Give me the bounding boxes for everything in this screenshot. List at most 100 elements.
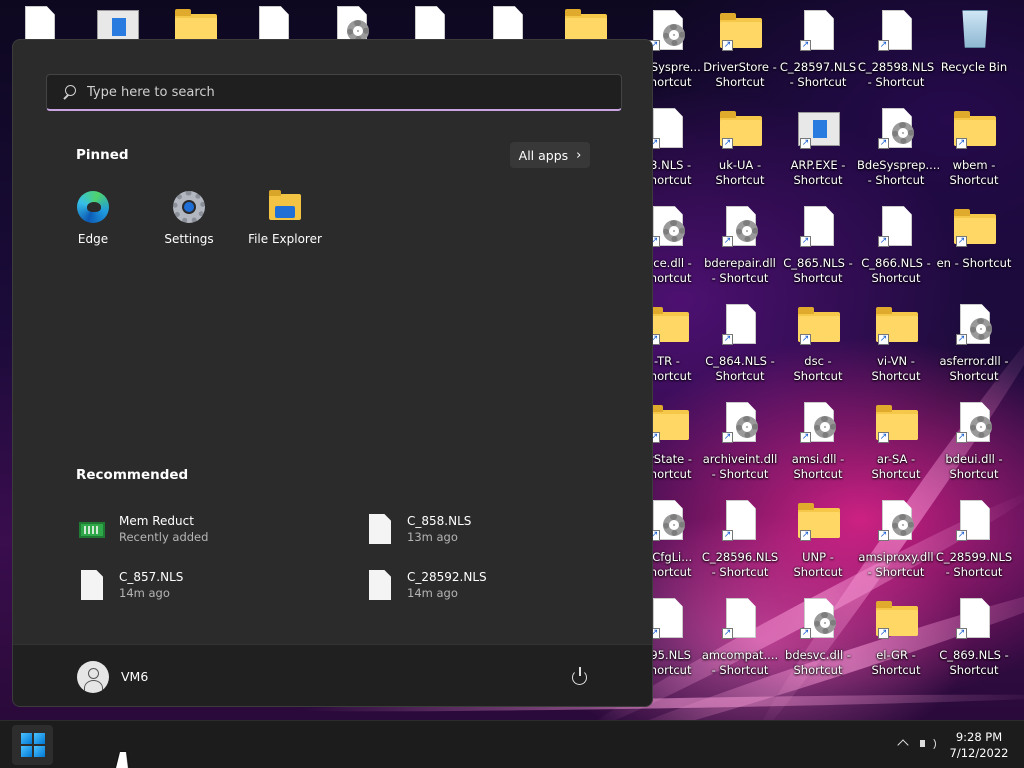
desktop-icon[interactable]: ↗ archiveint.dll - Shortcut: [701, 402, 779, 496]
desktop-icon-label: BdeSysprep.... - Shortcut: [857, 158, 941, 187]
desktop-icon-label: C_28597.NLS - Shortcut: [779, 60, 857, 89]
memory-chip-icon: [79, 522, 105, 538]
desktop-icon-label: uk-UA - Shortcut: [715, 158, 765, 187]
recommended-item-subtitle: 13m ago: [407, 530, 458, 544]
desktop-icon[interactable]: ↗ C_28596.NLS - Shortcut: [701, 500, 779, 594]
desktop-icon-label: wbem - Shortcut: [949, 158, 999, 187]
taskbar-clock[interactable]: 9:28 PM 7/12/2022: [946, 729, 1012, 761]
windows-icon: [21, 733, 45, 757]
desktop-icon[interactable]: ↗ C_869.NLS - Shortcut: [935, 598, 1013, 692]
desktop-icon-label: bdesvc.dll - Shortcut: [785, 648, 851, 677]
start-menu-footer: VM6: [13, 644, 652, 706]
desktop-icon-label: amsi.dll - Shortcut: [791, 452, 845, 481]
desktop-icon[interactable]: ↗ amcompat.... - Shortcut: [701, 598, 779, 692]
search-icon: [61, 83, 79, 101]
recommended-item-subtitle: Recently added: [119, 530, 209, 544]
all-apps-label: All apps: [518, 147, 569, 163]
recommended-item-subtitle: 14m ago: [407, 586, 458, 600]
pinned-app-file-explorer[interactable]: File Explorer: [240, 190, 330, 246]
volume-icon[interactable]: [919, 735, 939, 753]
recommended-item-mem-reduct[interactable]: Mem Reduct Recently added: [75, 509, 335, 549]
desktop-icon-label: archiveint.dll - Shortcut: [702, 452, 778, 481]
user-name[interactable]: VM6: [121, 669, 148, 684]
desktop-icon[interactable]: ↗ C_28598.NLS - Shortcut: [857, 10, 935, 104]
recommended-item-name: C_858.NLS: [407, 514, 472, 528]
recommended-item-file[interactable]: C_857.NLS 14m ago: [75, 565, 335, 605]
desktop-icon[interactable]: ↗ wbem - Shortcut: [935, 108, 1013, 202]
start-search-box[interactable]: [46, 74, 622, 111]
desktop-icon[interactable]: ↗ UNP - Shortcut: [779, 500, 857, 594]
desktop-icon-label: C_864.NLS - Shortcut: [705, 354, 775, 383]
taskbar: 9:28 PM 7/12/2022: [0, 720, 1024, 768]
desktop-icon-label: C_28599.NLS - Shortcut: [935, 550, 1013, 579]
recommended-item-name: Mem Reduct: [119, 514, 194, 528]
desktop-icon[interactable]: ↗ DriverStore - Shortcut: [701, 10, 779, 104]
recycle-bin[interactable]: Recycle Bin: [935, 10, 1013, 104]
pinned-app-edge[interactable]: Edge: [48, 190, 138, 246]
desktop-icon[interactable]: ↗ amsiproxy.dll - Shortcut: [857, 500, 935, 594]
clock-date: 7/12/2022: [949, 746, 1009, 760]
recommended-item-subtitle: 14m ago: [119, 586, 170, 600]
desktop-icon-label: C_28598.NLS - Shortcut: [857, 60, 935, 89]
desktop-icon[interactable]: ↗ bdeui.dll - Shortcut: [935, 402, 1013, 496]
desktop-icon[interactable]: ↗ C_866.NLS - Shortcut: [857, 206, 935, 300]
desktop-icon[interactable]: ↗ ar-SA - Shortcut: [857, 402, 935, 496]
desktop-icon[interactable]: ↗ bderepair.dll - Shortcut: [701, 206, 779, 300]
file-icon: [369, 514, 391, 544]
start-button[interactable]: [12, 725, 53, 765]
desktop-icon-label: dsc - Shortcut: [793, 354, 843, 383]
recommended-item-file[interactable]: C_28592.NLS 14m ago: [363, 565, 623, 605]
desktop-icon[interactable]: ↗ vi-VN - Shortcut: [857, 304, 935, 398]
recommended-item-file[interactable]: C_858.NLS 13m ago: [363, 509, 623, 549]
desktop-icon-label: asferror.dll - Shortcut: [939, 354, 1009, 383]
desktop-icon-label: C_869.NLS - Shortcut: [939, 648, 1009, 677]
pinned-app-label: File Explorer: [248, 232, 322, 246]
desktop-icon-label: vi-VN - Shortcut: [871, 354, 921, 383]
start-menu: Pinned All apps › Edge Settings File Exp…: [12, 39, 653, 707]
edge-icon: [77, 191, 109, 223]
desktop-icon[interactable]: ↗ bdesvc.dll - Shortcut: [779, 598, 857, 692]
file-icon: [81, 570, 103, 600]
desktop-icon-label: DriverStore - Shortcut: [703, 60, 777, 89]
power-icon[interactable]: [570, 667, 590, 687]
desktop-icon[interactable]: ↗ amsi.dll - Shortcut: [779, 402, 857, 496]
desktop-icon-label: en - Shortcut: [936, 256, 1012, 270]
search-input[interactable]: [87, 84, 587, 100]
desktop-icon[interactable]: ↗ en - Shortcut: [935, 206, 1013, 300]
desktop-icon[interactable]: ↗ asferror.dll - Shortcut: [935, 304, 1013, 398]
desktop-icon-label: C_865.NLS - Shortcut: [783, 256, 853, 285]
recommended-item-name: C_28592.NLS: [407, 570, 487, 584]
desktop-icon-label: ar-SA - Shortcut: [871, 452, 921, 481]
desktop-icon-label: C_866.NLS - Shortcut: [861, 256, 931, 285]
desktop-icon[interactable]: ↗ ARP.EXE - Shortcut: [779, 108, 857, 202]
desktop-icon[interactable]: ↗ uk-UA - Shortcut: [701, 108, 779, 202]
desktop-icon-label: amsiproxy.dll - Shortcut: [858, 550, 934, 579]
desktop-icon-label: ARP.EXE - Shortcut: [790, 158, 846, 187]
desktop-icon[interactable]: ↗ dsc - Shortcut: [779, 304, 857, 398]
desktop-icon[interactable]: ↗ C_865.NLS - Shortcut: [779, 206, 857, 300]
file-explorer-icon: [269, 190, 301, 220]
recycle-bin-icon: [962, 10, 988, 48]
desktop-icon[interactable]: ↗ C_28599.NLS - Shortcut: [935, 500, 1013, 594]
recommended-item-name: C_857.NLS: [119, 570, 184, 584]
recommended-heading: Recommended: [76, 467, 189, 483]
desktop-icon-label: UNP - Shortcut: [793, 550, 843, 579]
pinned-app-label: Settings: [164, 232, 214, 246]
all-apps-button[interactable]: All apps ›: [510, 142, 590, 168]
desktop-icon-label: C_28596.NLS - Shortcut: [701, 550, 779, 579]
user-icon[interactable]: [77, 661, 109, 693]
desktop-icon-label: el-GR - Shortcut: [871, 648, 921, 677]
desktop-icon[interactable]: ↗ el-GR - Shortcut: [857, 598, 935, 692]
pinned-app-label: Edge: [77, 232, 109, 246]
desktop-icon[interactable]: ↗ C_28597.NLS - Shortcut: [779, 10, 857, 104]
chevron-up-icon[interactable]: [897, 737, 909, 749]
desktop-icon-label: bdeui.dll - Shortcut: [945, 452, 1003, 481]
chevron-right-icon: ›: [576, 147, 582, 163]
desktop-icon[interactable]: ↗ C_864.NLS - Shortcut: [701, 304, 779, 398]
pinned-heading: Pinned: [76, 147, 129, 163]
desktop-icon[interactable]: ↗ BdeSysprep.... - Shortcut: [857, 108, 941, 202]
file-icon: [369, 570, 391, 600]
clock-time: 9:28 PM: [955, 730, 1003, 744]
pinned-app-settings[interactable]: Settings: [144, 190, 234, 246]
desktop-icon-label: bderepair.dll - Shortcut: [704, 256, 776, 285]
